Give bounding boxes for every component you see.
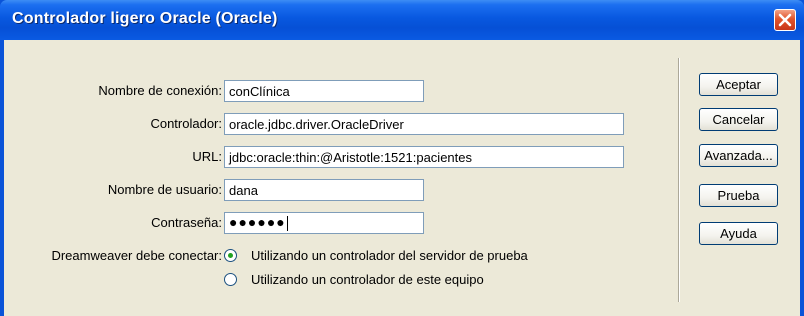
password-mask: ●●●●●● — [229, 214, 286, 230]
url-input[interactable]: jdbc:oracle:thin:@Aristotle:1521:pacient… — [224, 146, 624, 168]
title-bar[interactable]: Controlador ligero Oracle (Oracle) — [0, 0, 804, 40]
radio-test-server[interactable] — [224, 249, 237, 262]
test-button[interactable]: Prueba — [699, 184, 778, 207]
driver-input[interactable]: oracle.jdbc.driver.OracleDriver — [224, 113, 624, 135]
connection-name-label: Nombre de conexión: — [98, 83, 222, 98]
radio-this-machine[interactable] — [224, 273, 237, 286]
close-button[interactable] — [774, 9, 796, 31]
radio-this-machine-label[interactable]: Utilizando un controlador de este equipo — [251, 272, 484, 287]
password-input[interactable]: ●●●●●● — [224, 212, 424, 234]
driver-label: Controlador: — [150, 116, 222, 131]
connection-name-input[interactable]: conClínica — [224, 80, 424, 102]
help-button[interactable]: Ayuda — [699, 222, 778, 245]
vertical-separator — [678, 58, 680, 302]
connect-option-label: Dreamweaver debe conectar: — [51, 248, 222, 263]
username-label: Nombre de usuario: — [107, 182, 222, 197]
password-label: Contraseña: — [151, 215, 222, 230]
dialog-body: Nombre de conexión: conClínica Controlad… — [4, 40, 800, 316]
close-icon — [778, 13, 792, 27]
radio-test-server-label[interactable]: Utilizando un controlador del servidor d… — [251, 248, 528, 263]
dialog-window: Controlador ligero Oracle (Oracle) Nombr… — [0, 0, 804, 316]
text-caret — [286, 215, 288, 231]
window-title: Controlador ligero Oracle (Oracle) — [12, 10, 278, 27]
username-input[interactable]: dana — [224, 179, 424, 201]
url-label: URL: — [192, 149, 222, 164]
cancel-button[interactable]: Cancelar — [699, 108, 778, 131]
accept-button[interactable]: Aceptar — [699, 73, 778, 96]
radio-selected-dot — [228, 253, 233, 258]
advanced-button[interactable]: Avanzada... — [699, 144, 778, 167]
